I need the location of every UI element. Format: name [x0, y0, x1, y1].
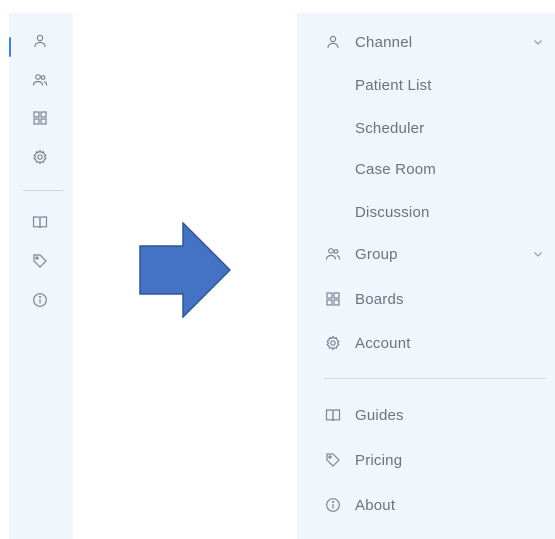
menu-item-pricing[interactable]: Pricing — [297, 442, 555, 478]
user-icon — [325, 34, 341, 50]
menu-label-group: Group — [355, 245, 398, 263]
menu-label-boards: Boards — [355, 290, 404, 308]
menu-label-guides: Guides — [355, 406, 404, 424]
expanded-sidebar: Channel Patient List Scheduler Case Room… — [297, 13, 555, 539]
menu-item-about[interactable]: About — [297, 487, 555, 523]
book-icon[interactable] — [32, 214, 48, 230]
info-icon[interactable] — [32, 292, 48, 308]
submenu-item-case-room[interactable]: Case Room — [297, 151, 555, 187]
submenu-item-patient-list[interactable]: Patient List — [297, 67, 555, 103]
chevron-down-icon[interactable] — [533, 249, 543, 259]
boards-icon — [325, 291, 341, 307]
settings-icon — [325, 335, 341, 351]
tag-icon — [325, 452, 341, 468]
submenu-label: Discussion — [355, 203, 430, 221]
submenu-item-discussion[interactable]: Discussion — [297, 194, 555, 230]
submenu-label: Scheduler — [355, 119, 425, 137]
transition-arrow-icon — [139, 222, 231, 318]
info-icon — [325, 497, 341, 513]
menu-label-about: About — [355, 496, 396, 514]
collapsed-sidebar — [9, 13, 73, 539]
settings-icon[interactable] — [32, 149, 48, 165]
submenu-item-scheduler[interactable]: Scheduler — [297, 110, 555, 146]
menu-item-account[interactable]: Account — [297, 325, 555, 361]
tag-icon[interactable] — [32, 253, 48, 269]
chevron-down-icon[interactable] — [533, 37, 543, 47]
menu-item-guides[interactable]: Guides — [297, 397, 555, 433]
active-indicator — [9, 37, 11, 57]
menu-item-channel[interactable]: Channel — [297, 24, 555, 60]
book-icon — [325, 407, 341, 423]
menu-label-account: Account — [355, 334, 411, 352]
rail-divider — [23, 190, 63, 191]
user-icon[interactable] — [32, 33, 48, 49]
submenu-label: Case Room — [355, 160, 436, 178]
group-icon[interactable] — [32, 72, 48, 88]
menu-label-channel: Channel — [355, 33, 413, 51]
menu-divider — [324, 378, 546, 379]
group-icon — [325, 246, 341, 262]
menu-item-group[interactable]: Group — [297, 236, 555, 272]
submenu-label: Patient List — [355, 76, 432, 94]
menu-label-pricing: Pricing — [355, 451, 403, 469]
boards-icon[interactable] — [32, 110, 48, 126]
menu-item-boards[interactable]: Boards — [297, 281, 555, 317]
